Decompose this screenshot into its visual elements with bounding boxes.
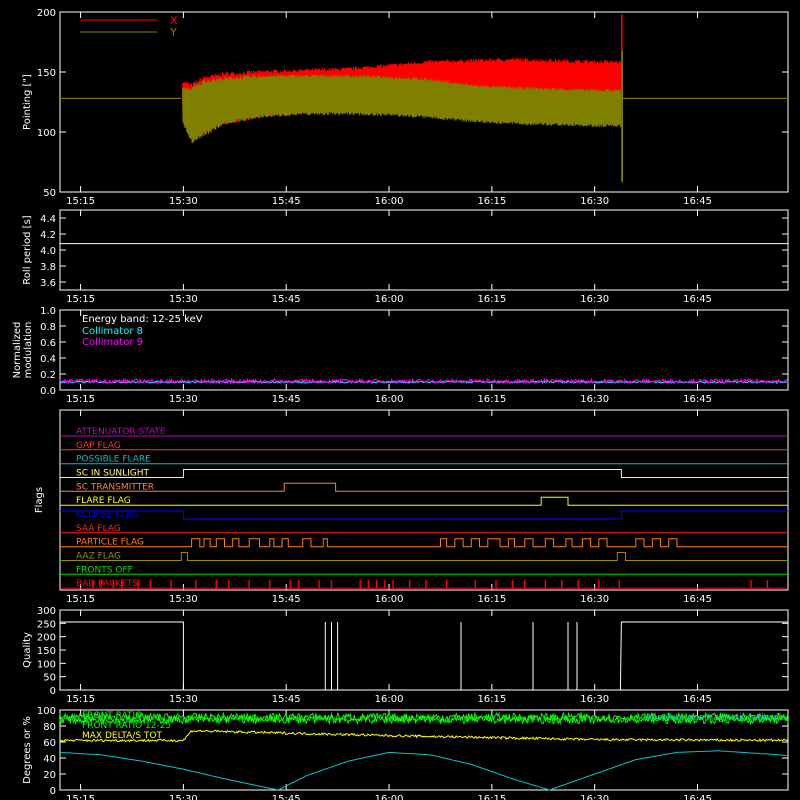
x-tick-label: 16:15 — [477, 594, 506, 605]
x-tick-label: 16:00 — [375, 394, 404, 405]
x-tick-label: 15:30 — [169, 794, 198, 800]
flag-label-particle-flag: PARTICLE FLAG — [76, 538, 144, 548]
y-axis-label: Pointing ["] — [22, 74, 33, 130]
y-axis-label: Normalized — [12, 322, 23, 379]
misc-label-front-ratio-1225: FRONT RATIO 12-25 — [82, 721, 171, 731]
y-tick-label: 150 — [37, 646, 56, 657]
modulation-legend-1: Collimator 9 — [82, 337, 143, 348]
y-axis-label: Roll period [s] — [22, 215, 33, 284]
rhessi-quicklook-chart: 15:15 15:30 15:45 16:00 16:15 16:30 16:45 50 100… — [0, 0, 800, 800]
x-tick-label: 16:00 — [375, 294, 404, 305]
modulation-legend-0: Collimator 8 — [82, 326, 143, 337]
y-tick-label: 20 — [43, 770, 56, 781]
y-tick-label: 100 — [37, 659, 56, 670]
x-tick-label: 16:15 — [477, 394, 506, 405]
y-tick-label: 0 — [50, 786, 56, 797]
y-tick-label: 0 — [50, 686, 56, 697]
x-tick-label: 15:15 — [66, 294, 95, 305]
flag-label-attenuator-state: ATTENUATOR STATE — [76, 427, 166, 437]
y-tick-label: 0.8 — [40, 322, 56, 333]
y-tick-label: 150 — [37, 68, 56, 79]
flag-label-aaz-flag: AAZ FLAG — [76, 552, 121, 562]
legend-label-Y: Y — [169, 26, 177, 39]
x-tick-label: 16:00 — [375, 594, 404, 605]
y-axis-label: Flags — [34, 487, 45, 513]
x-tick-label: 16:15 — [477, 196, 506, 207]
x-tick-label: 16:30 — [580, 196, 609, 207]
y-tick-label: 4.0 — [40, 246, 56, 257]
y-tick-label: 0.0 — [40, 386, 56, 397]
x-tick-label: 15:45 — [272, 394, 301, 405]
y-tick-label: 60 — [43, 738, 56, 749]
y-tick-label: 0.2 — [40, 370, 56, 381]
y-tick-label: 40 — [43, 754, 56, 765]
x-tick-label: 15:15 — [66, 196, 95, 207]
x-tick-label: 16:45 — [683, 794, 712, 800]
y-tick-label: 200 — [37, 633, 56, 644]
y-tick-label: 50 — [43, 673, 56, 684]
misc-label-front-ratio: FRONT RATIO — [82, 711, 142, 721]
x-tick-label: 15:45 — [272, 196, 301, 207]
x-tick-label: 15:15 — [66, 694, 95, 705]
x-tick-label: 16:00 — [375, 694, 404, 705]
energy-band-annotation: Energy band: 12-25 keV — [82, 314, 203, 325]
y-tick-label: 0.6 — [40, 338, 56, 349]
y-tick-label: 3.8 — [40, 262, 56, 273]
y-tick-label: 3.6 — [40, 278, 56, 289]
x-tick-label: 15:45 — [272, 694, 301, 705]
x-tick-label: 16:30 — [580, 694, 609, 705]
x-tick-label: 16:15 — [477, 694, 506, 705]
misc-label-max-delta: MAX DELTA/S TOT — [82, 731, 162, 741]
flag-label-flare-flag: FLARE FLAG — [76, 496, 131, 506]
y-axis-label: Quality — [22, 632, 33, 668]
x-tick-label: 15:30 — [169, 294, 198, 305]
y-tick-label: 4.4 — [40, 214, 56, 225]
x-tick-label: 16:30 — [580, 794, 609, 800]
x-tick-label: 15:30 — [169, 394, 198, 405]
y-tick-label: 200 — [37, 8, 56, 19]
x-tick-label: 16:30 — [580, 294, 609, 305]
y-axis-label: modulation — [23, 322, 34, 379]
x-tick-label: 16:30 — [580, 594, 609, 605]
flag-label-gap-flag: GAP FLAG — [76, 441, 121, 451]
x-tick-label: 15:30 — [169, 694, 198, 705]
y-tick-label: 250 — [37, 619, 56, 630]
y-tick-label: 80 — [43, 722, 56, 733]
y-tick-label: 100 — [37, 706, 56, 717]
x-tick-label: 15:15 — [66, 794, 95, 800]
flag-label-possible-flare: POSSIBLE FLARE — [76, 455, 151, 465]
x-tick-label: 16:45 — [683, 694, 712, 705]
x-tick-label: 16:00 — [375, 196, 404, 207]
x-tick-label: 15:45 — [272, 294, 301, 305]
x-tick-label: 15:30 — [169, 196, 198, 207]
flag-label-fronts-off: FRONTS OFF — [76, 565, 133, 575]
x-tick-label: 15:45 — [272, 794, 301, 800]
x-tick-label: 16:45 — [683, 394, 712, 405]
y-tick-label: 100 — [37, 128, 56, 139]
x-tick-label: 15:15 — [66, 394, 95, 405]
x-tick-label: 16:30 — [580, 394, 609, 405]
x-tick-label: 16:00 — [375, 794, 404, 800]
flag-label-eclipse-flag: ECLIPSE FLAG — [76, 510, 139, 520]
flag-label-sc-transmitter: SC TRANSMITTER — [76, 482, 154, 492]
y-tick-label: 50 — [43, 188, 56, 199]
flag-label-bad-packets: BAD PACKETS — [76, 579, 138, 589]
x-tick-label: 16:45 — [683, 294, 712, 305]
x-tick-label: 15:15 — [66, 594, 95, 605]
x-tick-label: 15:30 — [169, 594, 198, 605]
x-tick-label: 15:45 — [272, 594, 301, 605]
x-tick-label: 16:45 — [683, 196, 712, 207]
flag-label-sc-in-sunlight: SC IN SUNLIGHT — [76, 469, 150, 479]
x-tick-label: 16:15 — [477, 794, 506, 800]
y-tick-label: 0.4 — [40, 354, 56, 365]
y-axis-label: Degrees or % — [22, 716, 33, 784]
y-tick-label: 300 — [37, 606, 56, 617]
y-tick-label: 1.0 — [40, 306, 56, 317]
y-tick-label: 4.2 — [40, 230, 56, 241]
x-tick-label: 16:15 — [477, 294, 506, 305]
flag-label-saa-flag: SAA FLAG — [76, 524, 121, 534]
x-tick-label: 16:45 — [683, 594, 712, 605]
misc-label-geomag-latitude: Absolute geomagnetic latitude — [645, 713, 784, 723]
